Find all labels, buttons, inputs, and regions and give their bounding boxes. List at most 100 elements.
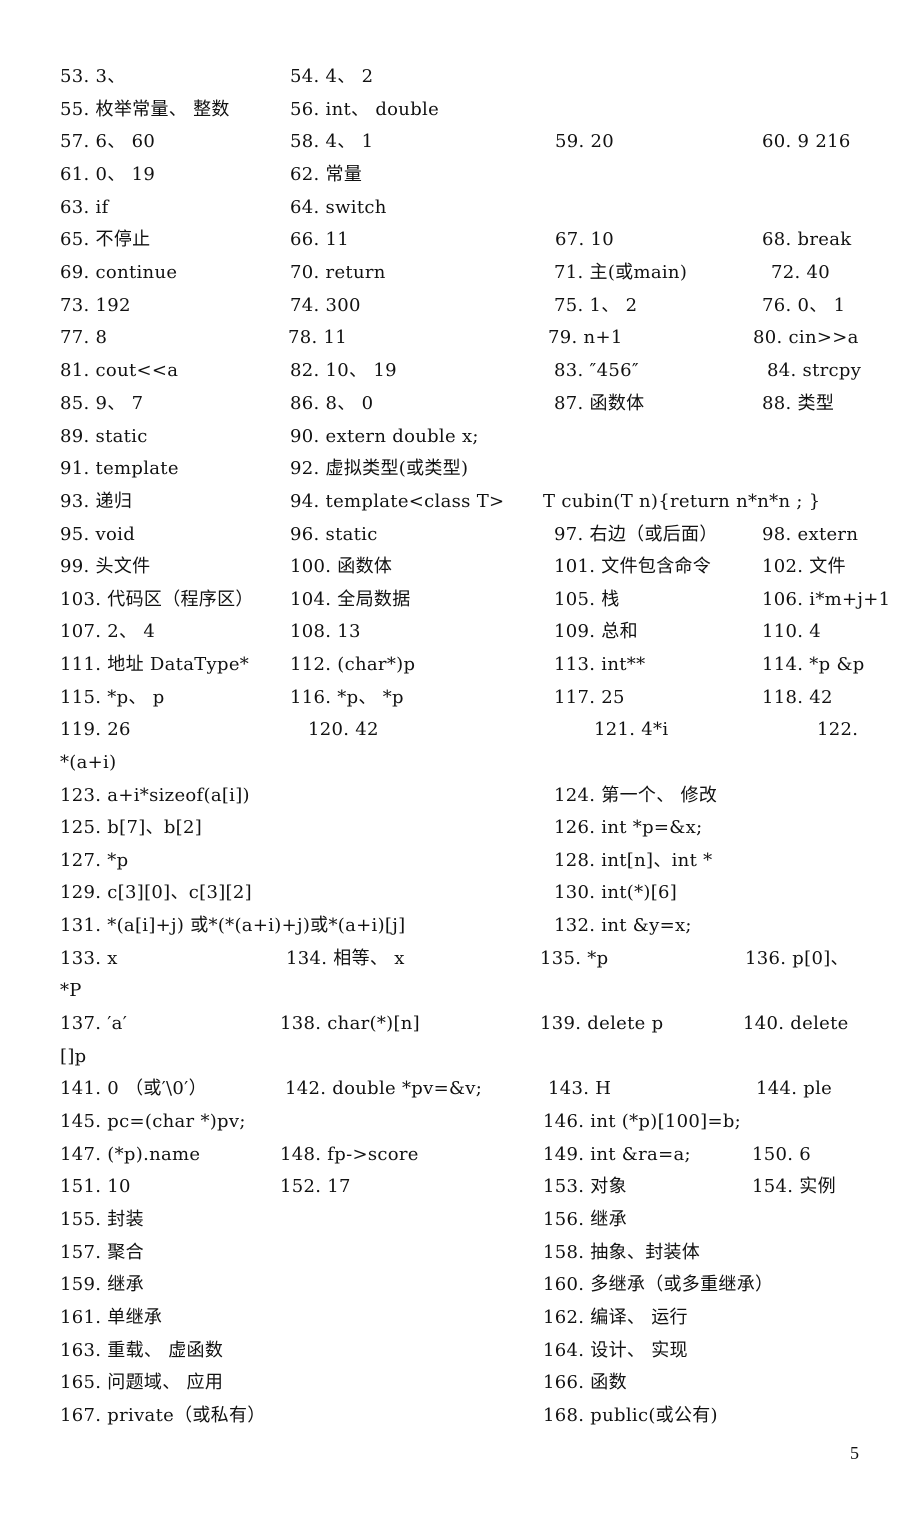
answer-item: 94. template<class T> bbox=[290, 491, 505, 512]
answer-item: 137. ′a′ bbox=[60, 1013, 128, 1034]
answer-item: 129. c[3][0]、c[3][2] bbox=[60, 882, 252, 903]
answer-item: T cubin(T n){return n*n*n ; } bbox=[543, 491, 821, 512]
answer-item: 62. 常量 bbox=[290, 164, 363, 185]
answer-item: 73. 192 bbox=[60, 295, 131, 316]
answer-item: 68. break bbox=[762, 229, 852, 250]
answer-item: 57. 6、 60 bbox=[60, 131, 156, 152]
answer-item: *(a+i) bbox=[60, 752, 117, 773]
answer-item: 106. i*m+j+1 bbox=[762, 589, 891, 610]
answer-row: 115. *p、 p 116. *p、 *p 117. 25 118. 42 bbox=[0, 683, 920, 713]
answer-item: 128. int[n]、int * bbox=[554, 850, 713, 871]
answer-item: 99. 头文件 bbox=[60, 556, 151, 577]
answer-item: 117. 25 bbox=[554, 687, 625, 708]
answer-row: 107. 2、 4 108. 13 109. 总和 110. 4 bbox=[0, 617, 920, 647]
answer-item: 167. private（或私有） bbox=[60, 1405, 266, 1426]
answer-row: 73. 192 74. 300 75. 1、 2 76. 0、 1 bbox=[0, 291, 920, 321]
answer-item: 168. public(或公有) bbox=[543, 1405, 718, 1426]
answer-item: 53. 3、 bbox=[60, 66, 126, 87]
answer-item: 157. 聚合 bbox=[60, 1242, 144, 1263]
answer-item: 163. 重载、 虚函数 bbox=[60, 1340, 224, 1361]
answer-item: 110. 4 bbox=[762, 621, 822, 642]
answer-item: 69. continue bbox=[60, 262, 178, 283]
answer-item: 65. 不停止 bbox=[60, 229, 151, 250]
answer-row: 65. 不停止 66. 11 67. 10 68. break bbox=[0, 225, 920, 255]
answer-item: 152. 17 bbox=[280, 1176, 351, 1197]
answer-item: 145. pc=(char *)pv; bbox=[60, 1111, 246, 1132]
answer-row: 53. 3、 54. 4、 2 bbox=[0, 62, 920, 92]
answer-row: 127. *p 128. int[n]、int * bbox=[0, 846, 920, 876]
answer-item: 162. 编译、 运行 bbox=[543, 1307, 688, 1328]
answer-item: 155. 封装 bbox=[60, 1209, 144, 1230]
answer-item: []p bbox=[60, 1046, 87, 1067]
answer-item: 144. ple bbox=[756, 1078, 833, 1099]
answer-item: 160. 多继承（或多重继承） bbox=[543, 1274, 774, 1295]
answer-row: 69. continue 70. return 71. 主(或main) 72. 40 bbox=[0, 258, 920, 288]
answer-item: 111. 地址 DataType* bbox=[60, 654, 250, 675]
answer-item: 60. 9 216 bbox=[762, 131, 851, 152]
answer-row: 57. 6、 60 58. 4、 1 59. 20 60. 9 216 bbox=[0, 127, 920, 157]
answer-row: 99. 头文件 100. 函数体 101. 文件包含命令 102. 文件 bbox=[0, 552, 920, 582]
answer-row: 95. void 96. static 97. 右边（或后面） 98. extern bbox=[0, 520, 920, 550]
answer-item: 119. 26 bbox=[60, 719, 131, 740]
answer-row: 93. 递归 94. template<class T> T cubin(T n){… bbox=[0, 487, 920, 517]
answer-item: 142. double *pv=&v; bbox=[285, 1078, 483, 1099]
answer-row: 165. 问题域、 应用 166. 函数 bbox=[0, 1368, 920, 1398]
answer-item: 108. 13 bbox=[290, 621, 361, 642]
answer-item: 134. 相等、 x bbox=[286, 948, 405, 969]
answer-item: 141. 0 （或′\0′） bbox=[60, 1078, 207, 1099]
answer-item: 122. bbox=[817, 719, 859, 740]
answer-item: 87. 函数体 bbox=[554, 393, 645, 414]
answer-item: 115. *p、 p bbox=[60, 687, 165, 708]
answer-item: 78. 11 bbox=[288, 327, 348, 348]
answer-item: 77. 8 bbox=[60, 327, 108, 348]
answer-row: 89. static 90. extern double x; bbox=[0, 422, 920, 452]
answer-item: 120. 42 bbox=[308, 719, 379, 740]
answer-item: 70. return bbox=[290, 262, 386, 283]
answer-row: 131. *(a[i]+j) 或*(*(a+i)+j)或*(a+i)[j] 132… bbox=[0, 911, 920, 941]
answer-item: 88. 类型 bbox=[762, 393, 835, 414]
answer-item: 81. cout<<a bbox=[60, 360, 179, 381]
answer-item: 104. 全局数据 bbox=[290, 589, 411, 610]
answer-item: 139. delete p bbox=[540, 1013, 664, 1034]
answer-item: 75. 1、 2 bbox=[554, 295, 638, 316]
answer-item: 83. ″456″ bbox=[554, 360, 639, 381]
answer-item: 132. int &y=x; bbox=[554, 915, 692, 936]
answer-item: *P bbox=[60, 980, 82, 1001]
answer-row: 61. 0、 19 62. 常量 bbox=[0, 160, 920, 190]
answer-item: 59. 20 bbox=[555, 131, 615, 152]
answer-row: 129. c[3][0]、c[3][2] 130. int(*)[6] bbox=[0, 878, 920, 908]
answer-item: 67. 10 bbox=[555, 229, 615, 250]
answer-item: 80. cin>>a bbox=[753, 327, 859, 348]
answer-item: 79. n+1 bbox=[548, 327, 623, 348]
answer-item: 98. extern bbox=[762, 524, 859, 545]
answer-item: 105. 栈 bbox=[554, 589, 620, 610]
answer-item: 76. 0、 1 bbox=[762, 295, 846, 316]
answer-item: 131. *(a[i]+j) 或*(*(a+i)+j)或*(a+i)[j] bbox=[60, 915, 406, 936]
answer-item: 127. *p bbox=[60, 850, 129, 871]
document-page: 53. 3、 54. 4、 2 55. 枚举常量、 整数 56. int、 doubl… bbox=[0, 0, 920, 1526]
answer-item: 165. 问题域、 应用 bbox=[60, 1372, 224, 1393]
answer-item: 86. 8、 0 bbox=[290, 393, 374, 414]
answer-row: 157. 聚合 158. 抽象、封装体 bbox=[0, 1238, 920, 1268]
answer-row: 159. 继承 160. 多继承（或多重继承） bbox=[0, 1270, 920, 1300]
answer-item: 71. 主(或main) bbox=[554, 262, 688, 283]
answer-item: 107. 2、 4 bbox=[60, 621, 156, 642]
answer-row: 91. template 92. 虚拟类型(或类型) bbox=[0, 454, 920, 484]
answer-item: 100. 函数体 bbox=[290, 556, 393, 577]
answer-item: 91. template bbox=[60, 458, 179, 479]
answer-item: 161. 单继承 bbox=[60, 1307, 163, 1328]
answer-row: 77. 8 78. 11 79. n+1 80. cin>>a bbox=[0, 323, 920, 353]
answer-item: 63. if bbox=[60, 197, 109, 218]
answer-item: 166. 函数 bbox=[543, 1372, 627, 1393]
answer-row: 123. a+i*sizeof(a[i]) 124. 第一个、 修改 bbox=[0, 781, 920, 811]
answer-item: 72. 40 bbox=[771, 262, 831, 283]
answer-row: 63. if 64. switch bbox=[0, 193, 920, 223]
answer-item: 114. *p &p bbox=[762, 654, 865, 675]
answer-row: *P bbox=[0, 976, 920, 1006]
answer-item: 143. H bbox=[548, 1078, 612, 1099]
answer-item: 151. 10 bbox=[60, 1176, 131, 1197]
answer-item: 101. 文件包含命令 bbox=[554, 556, 712, 577]
answer-item: 136. p[0]、 bbox=[745, 948, 849, 969]
answer-row: 55. 枚举常量、 整数 56. int、 double bbox=[0, 95, 920, 125]
answer-row: *(a+i) bbox=[0, 748, 920, 778]
